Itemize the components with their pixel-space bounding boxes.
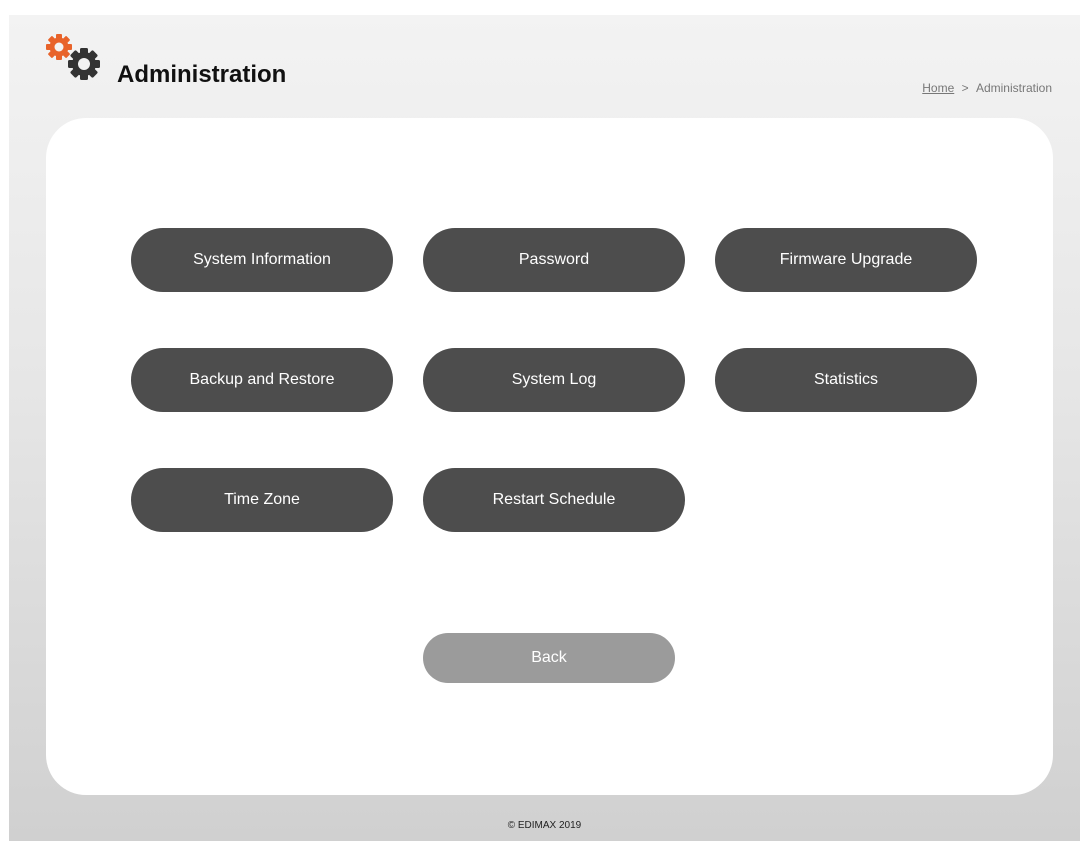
restart-schedule-button[interactable]: Restart Schedule (423, 468, 685, 532)
statistics-button[interactable]: Statistics (715, 348, 977, 412)
breadcrumb-separator: > (961, 81, 969, 95)
orange-gear-icon (46, 34, 72, 60)
page-background: Administration Home > Administration Sys… (9, 15, 1080, 841)
system-log-button[interactable]: System Log (423, 348, 685, 412)
admin-menu-panel: System Information Password Firmware Upg… (46, 118, 1053, 795)
breadcrumb: Home > Administration (922, 81, 1052, 95)
breadcrumb-home-link[interactable]: Home (922, 81, 954, 95)
dark-gear-icon (68, 48, 100, 80)
firmware-upgrade-button[interactable]: Firmware Upgrade (715, 228, 977, 292)
password-button[interactable]: Password (423, 228, 685, 292)
backup-and-restore-button[interactable]: Backup and Restore (131, 348, 393, 412)
breadcrumb-current: Administration (975, 81, 1052, 95)
gears-icon (46, 34, 100, 80)
footer-copyright: © EDIMAX 2019 (507, 820, 582, 831)
back-button[interactable]: Back (423, 633, 675, 683)
system-information-button[interactable]: System Information (131, 228, 393, 292)
page-header: Administration Home > Administration (9, 15, 1080, 115)
time-zone-button[interactable]: Time Zone (131, 468, 393, 532)
page-title: Administration (117, 61, 287, 88)
